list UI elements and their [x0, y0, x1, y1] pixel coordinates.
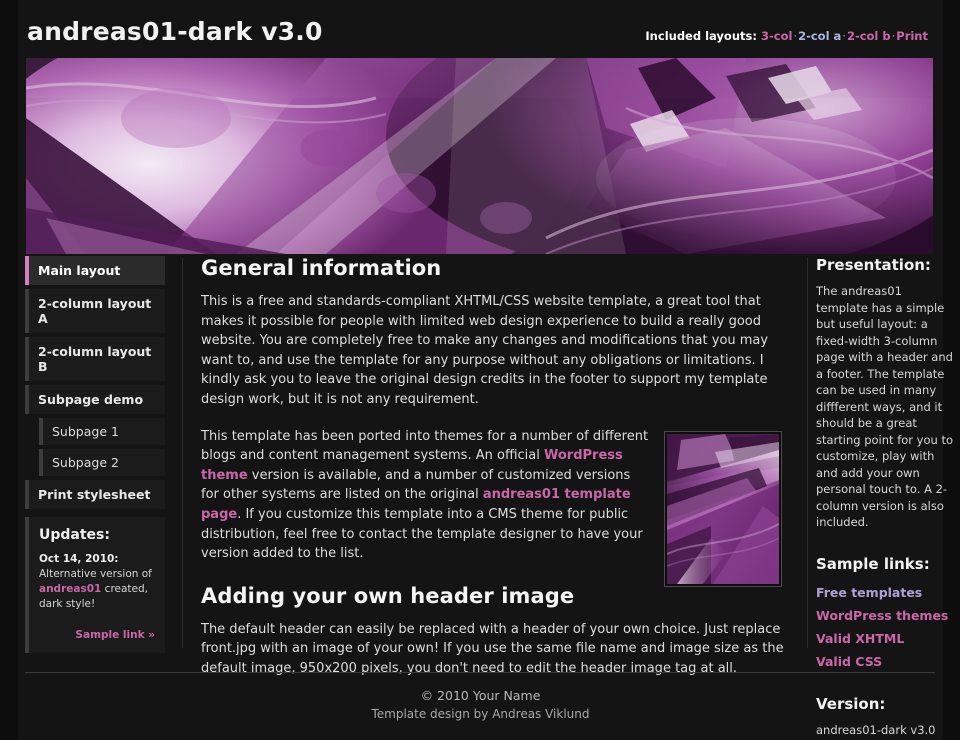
footer-copyright: © 2010 Your Name [420, 688, 541, 703]
layout-link-2-col-b[interactable]: 2-col b [847, 29, 891, 43]
list-item: Valid XHTML [816, 628, 956, 648]
header-banner-image [26, 58, 933, 254]
sample-links-title: Sample links: [816, 554, 930, 573]
footer-divider [25, 672, 935, 673]
updates-inline-link[interactable]: andreas01 [39, 583, 101, 595]
sidebar-content-divider [182, 258, 183, 648]
page-container: andreas01-dark v3.0 Included layouts: 3-… [18, 0, 953, 740]
sample-link[interactable]: Sample link » [75, 629, 155, 641]
presentation-title: Presentation: [816, 256, 931, 274]
main-navigation: Main layout 2-column layout A 2-column l… [25, 256, 165, 509]
sidebar-item-2-column-layout-a[interactable]: 2-column layout A [25, 289, 165, 333]
sidebar-item-print-stylesheet[interactable]: Print stylesheet [25, 480, 165, 509]
updates-more: Sample link » [39, 629, 155, 641]
header-layout-links: Included layouts: 3-col·2-col a·2-col b·… [645, 29, 928, 43]
sample-link-free-templates[interactable]: Free templates [816, 585, 922, 600]
sample-link-valid-xhtml[interactable]: Valid XHTML [816, 631, 904, 646]
sidebar-item-main-layout[interactable]: Main layout [25, 256, 165, 285]
content-sidebar-divider [807, 258, 808, 648]
main-region: Main layout 2-column layout A 2-column l… [18, 256, 953, 737]
updates-text-before: Alternative version of [39, 568, 152, 580]
sidebar-item-2-column-layout-b[interactable]: 2-column layout B [25, 337, 165, 381]
updates-text: Alternative version of andreas01 created… [39, 567, 155, 612]
sidebar-item-subpage-1[interactable]: Subpage 1 [39, 418, 165, 445]
content-heading-general-information: General information [201, 256, 442, 280]
sample-links-list: Free templates WordPress themes Valid XH… [816, 582, 956, 671]
layout-link-print[interactable]: Print [896, 29, 928, 43]
sidebar-left: Main layout 2-column layout A 2-column l… [25, 256, 165, 653]
list-item: Free templates [816, 582, 956, 602]
layout-link-3-col[interactable]: 3-col [761, 29, 792, 43]
content-paragraph-3: The default header can easily be replace… [201, 621, 784, 676]
updates-date: Oct 14, 2010: [39, 553, 119, 565]
included-layouts-label: Included layouts: [645, 29, 757, 43]
sample-link-wordpress-themes[interactable]: WordPress themes [816, 608, 948, 623]
list-item: WordPress themes [816, 605, 956, 625]
sample-link-valid-css[interactable]: Valid CSS [816, 654, 882, 669]
updates-title: Updates: [39, 527, 110, 543]
paragraph-2-part-3: . If you customize this template into a … [201, 506, 643, 562]
content-block-with-figure: This template has been ported into theme… [201, 427, 789, 696]
banner-artwork [26, 58, 933, 254]
site-footer: © 2010 Your Name Template design by Andr… [18, 672, 943, 740]
footer-credit: Template design by Andreas Viklund [371, 707, 590, 721]
updates-box: Updates: Oct 14, 2010: Alternative versi… [25, 517, 165, 653]
sidebar-item-subpage-demo[interactable]: Subpage demo [25, 385, 165, 414]
sidebar-item-subpage-2[interactable]: Subpage 2 [39, 449, 165, 476]
presentation-text: The andreas01 template has a simple but … [816, 284, 954, 529]
site-title: andreas01-dark v3.0 [27, 17, 323, 46]
list-item: Valid CSS [816, 651, 956, 671]
sidebar-right: Presentation: The andreas01 template has… [816, 256, 956, 738]
footer-text: © 2010 Your Name Template design by Andr… [18, 686, 943, 724]
layout-link-2-col-a[interactable]: 2-col a [798, 29, 841, 43]
inline-artwork [667, 433, 779, 584]
content-heading-header-image: Adding your own header image [201, 583, 575, 608]
main-content: General information This is a free and s… [201, 256, 789, 696]
content-inline-image [664, 430, 782, 587]
site-header: andreas01-dark v3.0 Included layouts: 3-… [18, 0, 943, 57]
content-paragraph-1: This is a free and standards-compliant X… [201, 294, 769, 407]
